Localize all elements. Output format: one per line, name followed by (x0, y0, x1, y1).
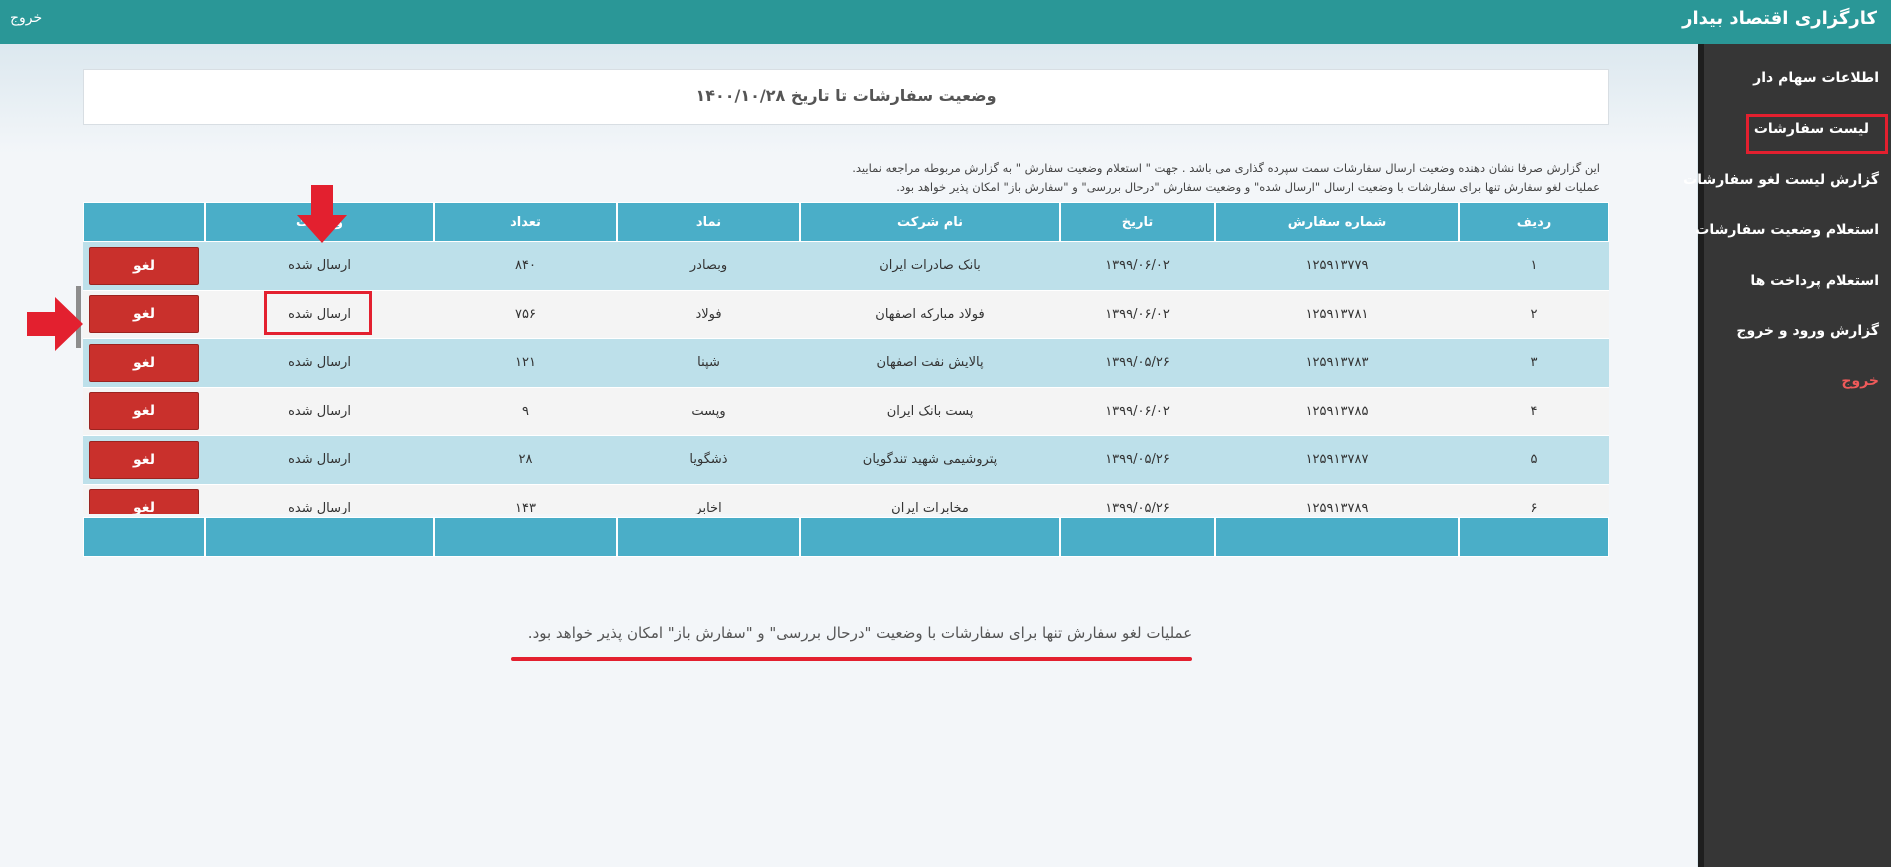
cell-company: مخابرات ایران (800, 484, 1060, 514)
top-bar: کارگزاری اقتصاد بیدار خروج (0, 0, 1891, 44)
title-panel: وضعیت سفارشات تا تاریخ ۱۴۰۰/۱۰/۲۸ (83, 69, 1609, 125)
cell-date: ۱۳۹۹/۰۶/۰۲ (1060, 387, 1215, 436)
sidebar-item-payments-inquiry[interactable]: استعلام پرداخت ها (1750, 273, 1879, 289)
cell-action: لغو (83, 436, 205, 485)
sidebar-item-shareholder-info[interactable]: اطلاعات سهام دار (1753, 70, 1879, 86)
cell-row-number: ۵ (1459, 436, 1609, 485)
cell-count: ۱۴۳ (434, 484, 617, 514)
cell-status: ارسال شده (205, 484, 434, 514)
cell-date: ۱۳۹۹/۰۵/۲۶ (1060, 436, 1215, 485)
cell-date: ۱۳۹۹/۰۵/۲۶ (1060, 339, 1215, 388)
cell-symbol: شپنا (617, 339, 800, 388)
cell-symbol: وپست (617, 387, 800, 436)
header-row-number: ردیف (1459, 202, 1609, 242)
header-company: نام شرکت (800, 202, 1060, 242)
cell-row-number: ۱ (1459, 242, 1609, 291)
table-row: ۶ ۱۲۵۹۱۳۷۸۹ ۱۳۹۹/۰۵/۲۶ مخابرات ایران اخابر ۱۴… (83, 484, 1609, 514)
footer-cell (617, 517, 800, 557)
cancel-rules-note: عملیات لغو سفارش تنها برای سفارشات با وض… (527, 624, 1193, 642)
cell-company: فولاد مبارکه اصفهان (800, 290, 1060, 339)
cell-row-number: ۴ (1459, 387, 1609, 436)
cell-order-number: ۱۲۵۹۱۳۷۸۹ (1215, 484, 1459, 514)
cell-date: ۱۳۹۹/۰۶/۰۲ (1060, 242, 1215, 291)
table-footer-row (83, 517, 1609, 557)
cell-company: پست بانک ایران (800, 387, 1060, 436)
page-title: وضعیت سفارشات تا تاریخ ۱۴۰۰/۱۰/۲۸ (695, 86, 997, 105)
sidebar: اطلاعات سهام دار لیست سفارشات گزارش لیست… (1683, 44, 1891, 867)
cell-row-number: ۲ (1459, 290, 1609, 339)
cell-action: لغو (83, 484, 205, 514)
sidebar-item-login-logout-report[interactable]: گزارش ورود و خروج (1736, 323, 1879, 339)
header-symbol: نماد (617, 202, 800, 242)
footer-cell (434, 517, 617, 557)
cell-action: لغو (83, 290, 205, 339)
cell-symbol: اخابر (617, 484, 800, 514)
cancel-order-button[interactable]: لغو (89, 295, 199, 334)
cell-row-number: ۶ (1459, 484, 1609, 514)
cell-date: ۱۳۹۹/۰۵/۲۶ (1060, 484, 1215, 514)
right-arrow-icon (27, 297, 83, 351)
sidebar-item-order-status-inquiry[interactable]: استعلام وضعیت سفارشات (1695, 222, 1879, 238)
cell-status: ارسال شده (205, 242, 434, 291)
active-item-highlight (1746, 114, 1888, 154)
cell-count: ۷۵۶ (434, 290, 617, 339)
cancel-order-button[interactable]: لغو (89, 489, 199, 514)
cell-order-number: ۱۲۵۹۱۳۷۸۷ (1215, 436, 1459, 485)
cell-symbol: وبصادر (617, 242, 800, 291)
note-line-1: این گزارش صرفا نشان دهنده وضعیت ارسال سف… (852, 161, 1600, 175)
header-order-number: شماره سفارش (1215, 202, 1459, 242)
cancel-order-button[interactable]: لغو (89, 343, 199, 382)
cell-order-number: ۱۲۵۹۱۳۷۸۱ (1215, 290, 1459, 339)
cell-status: ارسال شده (205, 339, 434, 388)
cell-status: ارسال شده (205, 387, 434, 436)
table-row: ۱ ۱۲۵۹۱۳۷۷۹ ۱۳۹۹/۰۶/۰۲ بانک صادرات ایران وبص… (83, 242, 1609, 291)
table-row: ۳ ۱۲۵۹۱۳۷۸۳ ۱۳۹۹/۰۵/۲۶ پالایش نفت اصفهان شپن… (83, 339, 1609, 388)
cell-action: لغو (83, 242, 205, 291)
note-line-2: عملیات لغو سفارش تنها برای سفارشات با وض… (896, 180, 1600, 194)
cell-order-number: ۱۲۵۹۱۳۷۸۵ (1215, 387, 1459, 436)
cancel-order-button[interactable]: لغو (89, 246, 199, 285)
footer-cell (205, 517, 434, 557)
table-row: ۵ ۱۲۵۹۱۳۷۸۷ ۱۳۹۹/۰۵/۲۶ پتروشیمی شهید تندگوی… (83, 436, 1609, 485)
brand-title: کارگزاری اقتصاد بیدار (1682, 8, 1877, 29)
cell-row-number: ۳ (1459, 339, 1609, 388)
footer-cell (1060, 517, 1215, 557)
cell-status: ارسال شده (205, 436, 434, 485)
top-exit-link[interactable]: خروج (10, 10, 42, 26)
cell-company: بانک صادرات ایران (800, 242, 1060, 291)
cell-action: لغو (83, 339, 205, 388)
sidebar-item-exit[interactable]: خروج (1841, 373, 1879, 389)
cell-company: پالایش نفت اصفهان (800, 339, 1060, 388)
info-notes: این گزارش صرفا نشان دهنده وضعیت ارسال سف… (600, 159, 1600, 197)
cell-symbol: فولاد (617, 290, 800, 339)
cell-order-number: ۱۲۵۹۱۳۷۸۳ (1215, 339, 1459, 388)
main-content: وضعیت سفارشات تا تاریخ ۱۴۰۰/۱۰/۲۸ این گز… (0, 44, 1697, 867)
note-underline (511, 657, 1192, 661)
footer-cell (1459, 517, 1609, 557)
cancel-order-button[interactable]: لغو (89, 392, 199, 431)
header-count: تعداد (434, 202, 617, 242)
table-body-viewport[interactable]: ۱ ۱۲۵۹۱۳۷۷۹ ۱۳۹۹/۰۶/۰۲ بانک صادرات ایران وبص… (83, 242, 1609, 514)
cell-action: لغو (83, 387, 205, 436)
footer-cell (83, 517, 205, 557)
cell-count: ۲۸ (434, 436, 617, 485)
cell-order-number: ۱۲۵۹۱۳۷۷۹ (1215, 242, 1459, 291)
sidebar-item-cancelled-orders-report[interactable]: گزارش لیست لغو سفارشات (1683, 172, 1879, 188)
cell-count: ۸۴۰ (434, 242, 617, 291)
status-highlight-box (264, 291, 372, 335)
cell-symbol: ذشگویا (617, 436, 800, 485)
footer-cell (1215, 517, 1459, 557)
orders-table: ردیف شماره سفارش تاریخ نام شرکت نماد تعد… (83, 202, 1609, 557)
down-arrow-icon (297, 185, 347, 243)
cancel-order-button[interactable]: لغو (89, 440, 199, 479)
cell-count: ۹ (434, 387, 617, 436)
cell-date: ۱۳۹۹/۰۶/۰۲ (1060, 290, 1215, 339)
cell-count: ۱۲۱ (434, 339, 617, 388)
header-date: تاریخ (1060, 202, 1215, 242)
footer-cell (800, 517, 1060, 557)
header-action (83, 202, 205, 242)
table-row: ۴ ۱۲۵۹۱۳۷۸۵ ۱۳۹۹/۰۶/۰۲ پست بانک ایران وپست ۹ ا… (83, 387, 1609, 436)
cell-company: پتروشیمی شهید تندگویان (800, 436, 1060, 485)
